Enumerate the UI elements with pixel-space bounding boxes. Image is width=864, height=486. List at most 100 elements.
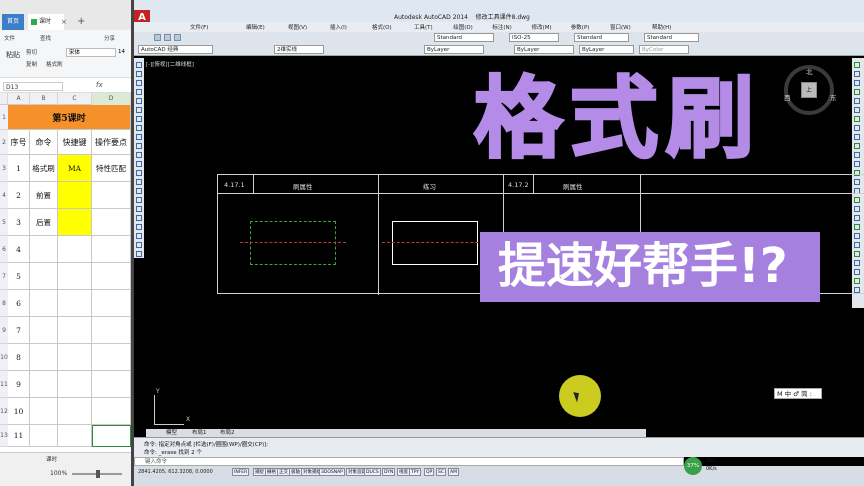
draw-tool-icon[interactable]: [136, 179, 142, 185]
modify-tool-icon[interactable]: [854, 125, 860, 131]
new-icon[interactable]: [154, 34, 161, 41]
table-style-select[interactable]: Standard: [574, 33, 629, 42]
modify-tool-icon[interactable]: [854, 116, 860, 122]
draw-tool-icon[interactable]: [136, 125, 142, 131]
status-toggle[interactable]: SC: [436, 468, 446, 476]
row-header[interactable]: 3: [0, 155, 8, 182]
modify-tool-icon[interactable]: [854, 98, 860, 104]
table-cell[interactable]: 3: [8, 209, 30, 236]
menu-item[interactable]: 帮助(H): [652, 23, 671, 31]
dashed-rectangle[interactable]: [250, 221, 336, 265]
white-rectangle[interactable]: [392, 221, 478, 265]
search-button[interactable]: 查找: [40, 34, 51, 42]
save-icon[interactable]: [174, 34, 181, 41]
compass-north[interactable]: 北: [806, 66, 813, 76]
table-cell[interactable]: 8: [8, 344, 30, 371]
linetype-select[interactable]: ByLayer: [514, 45, 574, 54]
header-cell[interactable]: 快捷键: [58, 130, 92, 155]
modify-tool-icon[interactable]: [854, 71, 860, 77]
modify-tool-icon[interactable]: [854, 62, 860, 68]
text-style-select[interactable]: Standard: [434, 33, 494, 42]
layer-select[interactable]: ByLayer: [424, 45, 484, 54]
draw-tool-icon[interactable]: [136, 143, 142, 149]
table-cell[interactable]: [30, 398, 58, 425]
table-cell[interactable]: [92, 425, 131, 447]
column-header-b[interactable]: B: [30, 93, 58, 105]
table-cell[interactable]: [30, 371, 58, 398]
zoom-slider-handle[interactable]: [96, 470, 100, 478]
table-cell[interactable]: 10: [8, 398, 30, 425]
ime-toolbar[interactable]: M 中 ♂ 简 :: [774, 388, 822, 399]
font-size-select[interactable]: 14: [118, 48, 131, 57]
draw-tool-icon[interactable]: [136, 224, 142, 230]
draw-tool-icon[interactable]: [136, 161, 142, 167]
table-cell[interactable]: [92, 236, 131, 263]
sheet-tab[interactable]: 课时: [46, 455, 57, 463]
table-cell[interactable]: [58, 317, 92, 344]
row-header[interactable]: 9: [0, 317, 8, 344]
paste-button[interactable]: 粘贴: [6, 50, 20, 60]
modify-tool-icon[interactable]: [854, 80, 860, 86]
red-centerline[interactable]: [240, 242, 346, 243]
command-input[interactable]: 键入命令: [134, 457, 684, 466]
color-select[interactable]: ByColor: [639, 45, 689, 54]
status-toggle[interactable]: DYN: [382, 468, 396, 476]
close-tab-icon[interactable]: ×: [58, 14, 67, 30]
table-cell[interactable]: [58, 209, 92, 236]
draw-tool-icon[interactable]: [136, 215, 142, 221]
header-cell[interactable]: 命令: [30, 130, 58, 155]
table-cell[interactable]: [30, 425, 58, 447]
format-painter-button[interactable]: 格式刷: [46, 60, 63, 68]
modify-tool-icon[interactable]: [854, 107, 860, 113]
row-header[interactable]: 5: [0, 209, 8, 236]
table-cell[interactable]: 格式刷: [30, 155, 58, 182]
row-header[interactable]: 6: [0, 236, 8, 263]
column-header-c[interactable]: C: [58, 93, 92, 105]
table-cell[interactable]: [58, 344, 92, 371]
table-cell[interactable]: 前置: [30, 182, 58, 209]
compass-east[interactable]: 东: [830, 92, 837, 102]
table-cell[interactable]: [30, 263, 58, 290]
table-cell[interactable]: 特性匹配: [92, 155, 131, 182]
table-cell[interactable]: [58, 425, 92, 447]
table-cell[interactable]: 11: [8, 425, 30, 447]
header-cell[interactable]: 操作要点: [92, 130, 131, 155]
status-toggle[interactable]: AM: [448, 468, 459, 476]
table-cell[interactable]: 4: [8, 236, 30, 263]
table-cell[interactable]: [30, 344, 58, 371]
draw-tool-icon[interactable]: [136, 188, 142, 194]
table-cell[interactable]: [92, 263, 131, 290]
table-cell[interactable]: [92, 290, 131, 317]
table-cell[interactable]: 2: [8, 182, 30, 209]
draw-tool-icon[interactable]: [136, 98, 142, 104]
menu-item[interactable]: 插入(I): [330, 23, 347, 31]
tab-layout1[interactable]: 布局1: [192, 429, 207, 437]
draw-tool-icon[interactable]: [136, 80, 142, 86]
compass-west[interactable]: 西: [784, 92, 791, 102]
visual-style-select[interactable]: 2维实线: [274, 45, 324, 54]
font-name-select[interactable]: 宋体: [66, 48, 116, 57]
column-header-a[interactable]: A: [8, 93, 30, 105]
sheet-title-cell[interactable]: 第5课时: [8, 105, 131, 130]
table-cell[interactable]: 7: [8, 317, 30, 344]
table-cell[interactable]: [30, 290, 58, 317]
menu-item[interactable]: 窗口(W): [610, 23, 631, 31]
draw-tool-icon[interactable]: [136, 251, 142, 257]
table-cell[interactable]: [92, 182, 131, 209]
file-menu[interactable]: 文件: [4, 34, 15, 42]
table-cell[interactable]: [58, 182, 92, 209]
row-header[interactable]: 7: [0, 263, 8, 290]
table-cell[interactable]: [30, 236, 58, 263]
row-header[interactable]: 2: [0, 130, 8, 155]
table-cell[interactable]: [92, 209, 131, 236]
modify-tool-icon[interactable]: [854, 152, 860, 158]
copy-button[interactable]: 复制: [26, 60, 37, 68]
row-header[interactable]: 11: [0, 371, 8, 398]
modify-tool-icon[interactable]: [854, 89, 860, 95]
table-cell[interactable]: [58, 398, 92, 425]
viewcube[interactable]: 上: [801, 82, 817, 98]
open-icon[interactable]: [164, 34, 171, 41]
draw-tool-icon[interactable]: [136, 233, 142, 239]
table-cell[interactable]: [92, 317, 131, 344]
table-cell[interactable]: [92, 398, 131, 425]
